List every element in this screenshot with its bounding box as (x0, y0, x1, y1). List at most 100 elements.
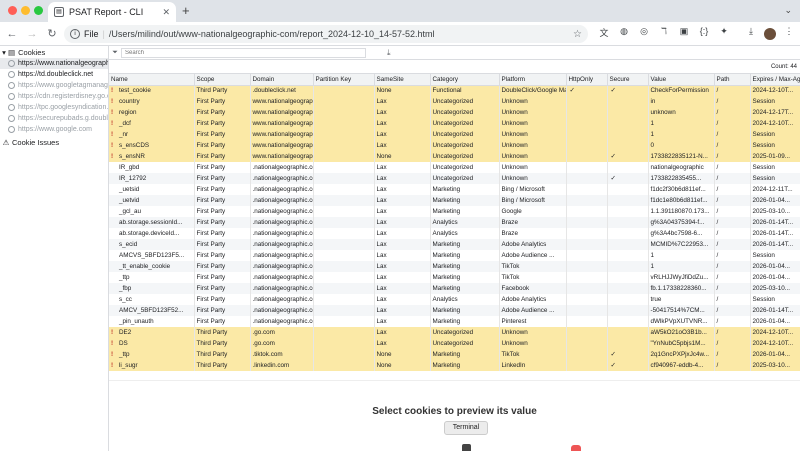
dock-app-icon[interactable] (571, 445, 581, 451)
download-icon[interactable]: ⤓ (744, 26, 758, 37)
close-tab-icon[interactable]: ✕ (162, 7, 170, 18)
sidebar-item-domain[interactable]: https://cdn.registerdisney.go.com (0, 91, 108, 102)
table-row[interactable]: ab.storage.deviceId... First Party .nation… (109, 228, 800, 239)
extension-icon[interactable]: ◍ (617, 26, 631, 37)
maximize-window-button[interactable] (34, 6, 43, 15)
column-header[interactable]: Expires / Max-Age (750, 74, 800, 86)
table-row[interactable]: _gcl_au First Party.nationalgeographic.co… (109, 206, 800, 217)
terminal-dock-icon[interactable] (462, 444, 471, 451)
table-row[interactable]: ! _dcf First Partywww.nationalgeographic.c… (109, 118, 800, 129)
address-bar[interactable]: i File | /Users/milind/out/www-nationalg… (64, 25, 588, 43)
column-header[interactable]: Domain (250, 74, 314, 86)
table-cell: 1 (648, 261, 715, 272)
sidebar-item-domain[interactable]: https://www.google.com (0, 124, 108, 135)
table-row[interactable]: _fbp First Party.nationalgeographic.com La… (109, 283, 800, 294)
table-cell (566, 195, 608, 206)
table-row[interactable]: _pin_unauth First Party .nationalgeographi… (109, 316, 800, 327)
column-header[interactable]: Name (109, 74, 195, 86)
table-cell: Third Party (194, 85, 251, 96)
table-row[interactable]: ! DE2 Third Party .go.com Lax Uncategorized Un… (109, 327, 800, 338)
table-cell: Marketing (430, 349, 500, 360)
table-row[interactable]: ! DS Third Party .go.com Lax Uncategorized Unk… (109, 338, 800, 349)
info-icon[interactable]: i (70, 29, 80, 39)
table-row[interactable]: ab.storage.sessionId... First Party .natio… (109, 217, 800, 228)
sidebar-item-domain[interactable]: https://www.googletagmanager.com (0, 80, 108, 91)
column-header[interactable]: Secure (607, 74, 649, 86)
warning-icon: ! (111, 142, 114, 149)
sidebar-item-domain[interactable]: https://tpc.googlesyndication.com (0, 102, 108, 113)
table-row[interactable]: _uetsid First Party.nationalgeographic.co… (109, 184, 800, 195)
table-cell: Session (750, 250, 800, 261)
extension-icon[interactable]: {:} (697, 26, 711, 36)
column-header[interactable]: Platform (499, 74, 567, 86)
table-row[interactable]: ! test_cookie Third Party .doubleclick.net N… (109, 85, 800, 96)
extensions-puzzle-icon[interactable]: ✦ (717, 26, 731, 37)
table-row[interactable]: s_ecid First Party.nationalgeographic.com… (109, 239, 800, 250)
table-row[interactable]: ! li_sugr Third Party .linkedin.com None Mark… (109, 360, 800, 371)
table-row[interactable]: ! s_ensNR First Partywww.nationalgeographi… (109, 151, 800, 162)
browser-tab[interactable]: ▤ PSAT Report - CLI ✕ (48, 2, 176, 22)
table-cell: Analytics (430, 294, 500, 305)
sidebar-item-cookie-issues[interactable]: ⚠ Cookie Issues (0, 137, 108, 148)
url-text[interactable]: /Users/milind/out/www-nationalgeographic… (109, 29, 435, 39)
table-cell: .nationalgeographic.com (250, 250, 314, 261)
column-header[interactable]: Path (714, 74, 751, 86)
column-header[interactable]: SameSite (374, 74, 431, 86)
tab-search-icon[interactable]: ⌄ (784, 5, 792, 16)
table-row[interactable]: ! _nr First Partywww.nationalgeographic.co… (109, 129, 800, 140)
column-header[interactable]: Partition Key (313, 74, 375, 86)
table-cell: Lax (374, 305, 431, 316)
sidebar-item-domain[interactable]: https://www.nationalgeographic.com (0, 58, 108, 69)
column-header[interactable]: Category (430, 74, 500, 86)
table-cell: 2025-01-09... (750, 151, 800, 162)
table-cell (313, 360, 375, 371)
sidebar-root-cookies[interactable]: ▾ ▤ Cookies (0, 47, 108, 58)
new-tab-button[interactable]: + (182, 3, 190, 18)
back-button[interactable]: ← (2, 28, 22, 40)
extension-icon[interactable]: ▣ (677, 26, 691, 37)
translate-icon[interactable]: 文 (597, 26, 611, 39)
table-cell: Marketing (430, 250, 500, 261)
sidebar-item-label: https://tpc.googlesyndication.com (18, 104, 108, 111)
table-row[interactable]: AMCVS_5BFD123F5... First Party .nationalge… (109, 250, 800, 261)
table-row[interactable]: ! _ttp Third Party .tiktok.com None Marketing… (109, 349, 800, 360)
column-header[interactable]: Scope (194, 74, 251, 86)
minimize-window-button[interactable] (21, 6, 30, 15)
sidebar-item-domain[interactable]: https://securepubads.g.doubleclick.net (0, 113, 108, 124)
forward-button[interactable]: → (22, 28, 42, 40)
table-row[interactable]: _ttp First Party.nationalgeographic.com La… (109, 272, 800, 283)
table-row[interactable]: AMCV_5BFD123F52... First Party .nationalge… (109, 305, 800, 316)
close-window-button[interactable] (8, 6, 17, 15)
table-row[interactable]: IR_gbd First Party.nationalgeographic.com… (109, 162, 800, 173)
table-cell: in (648, 96, 715, 107)
table-row[interactable]: ! s_ensCDS First Partywww.nationalgeograph… (109, 140, 800, 151)
table-row[interactable]: s_cc First Party.nationalgeographic.com La… (109, 294, 800, 305)
table-cell: None (374, 349, 431, 360)
sidebar-item-domain[interactable]: https://td.doubleclick.net (0, 69, 108, 80)
filter-icon[interactable]: ⏷ (109, 49, 121, 57)
avatar[interactable] (764, 28, 776, 40)
table-row[interactable]: _tt_enable_cookie First Party .nationalgeo… (109, 261, 800, 272)
table-cell: Uncategorized (430, 107, 500, 118)
menu-icon[interactable]: ⋮ (782, 26, 796, 37)
extension-icon[interactable]: ◎ (637, 26, 651, 37)
chevron-down-icon[interactable]: ▾ (0, 48, 8, 57)
table-cell: / (714, 283, 751, 294)
file-icon: ▤ (54, 7, 64, 17)
table-row[interactable]: ! country First Partywww.nationalgeographi… (109, 96, 800, 107)
table-row[interactable]: IR_12792 First Party .nationalgeographic.c… (109, 173, 800, 184)
reload-button[interactable]: ↻ (42, 27, 62, 40)
table-cell (313, 316, 375, 327)
table-row[interactable]: ! region First Partywww.nationalgeographic… (109, 107, 800, 118)
table-row[interactable]: _uetvid First Party.nationalgeographic.co… (109, 195, 800, 206)
table-cell: ! s_ensNR (109, 151, 195, 162)
extension-icon[interactable]: ℸ (657, 26, 671, 37)
column-header[interactable]: HttpOnly (566, 74, 608, 86)
bookmark-star-icon[interactable]: ☆ (573, 29, 582, 40)
column-header[interactable]: Value (648, 74, 715, 86)
download-icon[interactable]: ⤓ (387, 48, 391, 58)
table-cell: Session (750, 173, 800, 184)
table-cell: ! s_ensCDS (109, 140, 195, 151)
search-input[interactable] (121, 47, 366, 58)
